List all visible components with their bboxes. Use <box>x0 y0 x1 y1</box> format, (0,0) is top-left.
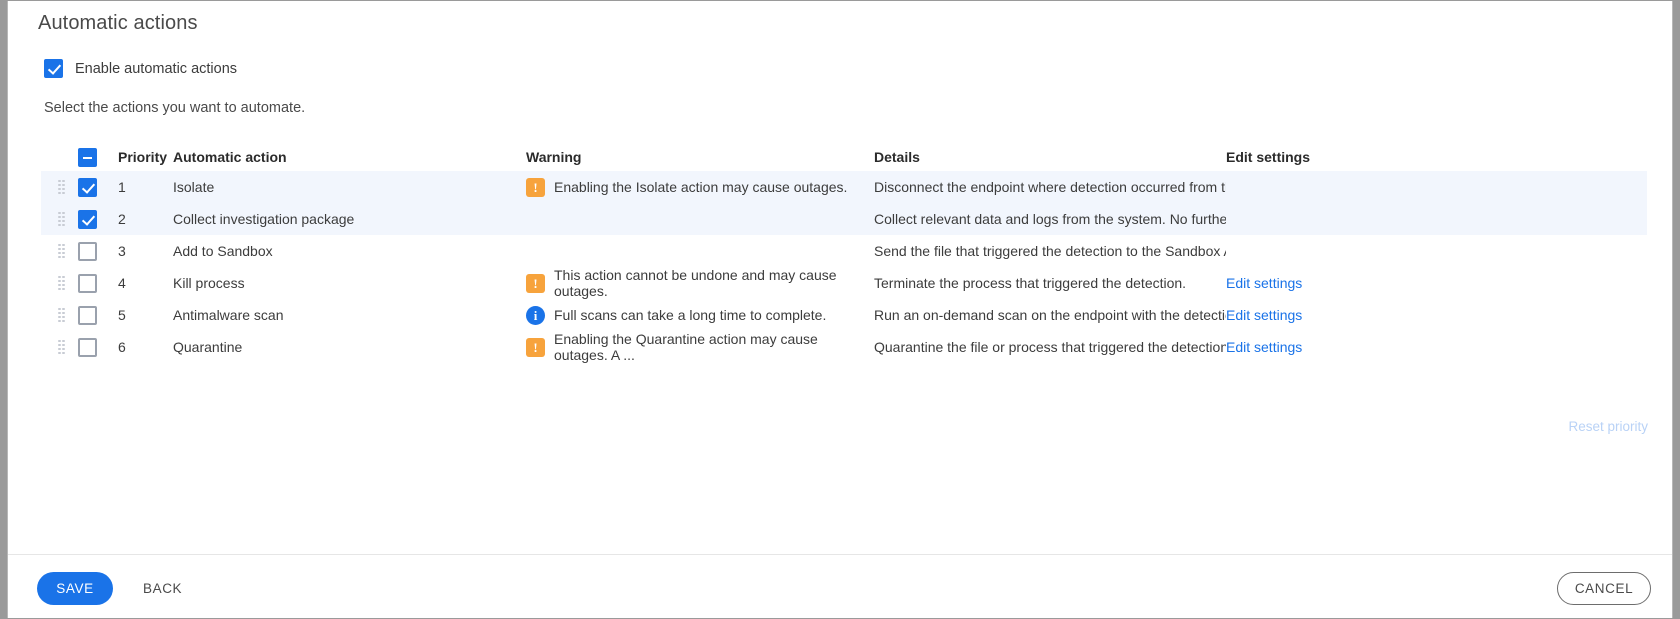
column-header-edit: Edit settings <box>1226 149 1396 165</box>
priority-value: 4 <box>118 275 173 291</box>
row-select-cell[interactable] <box>78 306 118 325</box>
action-name: Antimalware scan <box>173 307 526 323</box>
page-title: Automatic actions <box>38 12 198 35</box>
column-header-details: Details <box>874 149 1226 165</box>
details-text: Send the file that triggered the detecti… <box>874 243 1226 259</box>
action-name: Isolate <box>173 179 526 195</box>
drag-handle-cell[interactable] <box>44 276 78 291</box>
warning-icon: ! <box>526 178 545 197</box>
details-text: Terminate the process that triggered the… <box>874 275 1226 291</box>
back-button[interactable]: BACK <box>143 572 182 605</box>
edit-settings-link[interactable]: Edit settings <box>1226 339 1302 355</box>
drag-handle-cell[interactable] <box>44 212 78 227</box>
warning-text: Full scans can take a long time to compl… <box>554 307 826 323</box>
action-name: Quarantine <box>173 339 526 355</box>
row-select-checkbox[interactable] <box>78 274 97 293</box>
instruction-text: Select the actions you want to automate. <box>44 100 305 116</box>
edit-settings-cell: Edit settings <box>1226 339 1396 355</box>
column-header-action: Automatic action <box>173 149 526 165</box>
enable-automatic-actions-label: Enable automatic actions <box>75 61 237 77</box>
warning-cell: ! Enabling the Quarantine action may caus… <box>526 331 874 363</box>
warning-cell: ! Enabling the Isolate action may cause o… <box>526 178 874 197</box>
warning-icon: ! <box>526 338 545 357</box>
footer-divider <box>8 554 1672 555</box>
enable-automatic-actions-row[interactable]: Enable automatic actions <box>44 59 237 78</box>
drag-handle-icon[interactable] <box>58 340 67 355</box>
edit-settings-link[interactable]: Edit settings <box>1226 275 1302 291</box>
drag-handle-icon[interactable] <box>58 276 67 291</box>
table-header-row: Priority Automatic action Warning Detail… <box>44 143 1644 171</box>
select-all-checkbox[interactable] <box>78 148 97 167</box>
warning-text: Enabling the Quarantine action may cause… <box>554 331 874 363</box>
warning-text: Enabling the Isolate action may cause ou… <box>554 179 847 195</box>
row-select-cell[interactable] <box>78 242 118 261</box>
warning-text: This action cannot be undone and may cau… <box>554 267 874 299</box>
drag-handle-cell[interactable] <box>44 340 78 355</box>
warning-cell: i Full scans can take a long time to comp… <box>526 306 874 325</box>
header-select-all-cell[interactable] <box>78 148 118 167</box>
priority-value: 6 <box>118 339 173 355</box>
drag-handle-icon[interactable] <box>58 212 67 227</box>
row-select-checkbox[interactable] <box>78 210 97 229</box>
row-select-checkbox[interactable] <box>78 306 97 325</box>
row-select-checkbox[interactable] <box>78 178 97 197</box>
automatic-actions-table: Priority Automatic action Warning Detail… <box>44 143 1644 363</box>
table-row: 1Isolate! Enabling the Isolate action may… <box>44 171 1644 203</box>
row-select-checkbox[interactable] <box>78 242 97 261</box>
cancel-button[interactable]: CANCEL <box>1557 572 1651 605</box>
details-text: Quarantine the file or process that trig… <box>874 339 1226 355</box>
drag-handle-icon[interactable] <box>58 244 67 259</box>
table-row: 4Kill process! This action cannot be undo… <box>44 267 1644 299</box>
edit-settings-cell: Edit settings <box>1226 307 1396 323</box>
drag-handle-icon[interactable] <box>58 308 67 323</box>
table-row: 3Add to Sandbox Send the file that trigge… <box>44 235 1644 267</box>
edit-settings-cell: Edit settings <box>1226 275 1396 291</box>
drag-handle-icon[interactable] <box>58 180 67 195</box>
reset-priority-link[interactable]: Reset priority <box>1568 419 1648 434</box>
row-select-checkbox[interactable] <box>78 338 97 357</box>
column-header-warning: Warning <box>526 149 874 165</box>
save-button[interactable]: SAVE <box>37 572 113 605</box>
details-text: Run an on-demand scan on the endpoint wi… <box>874 307 1226 323</box>
priority-value: 5 <box>118 307 173 323</box>
priority-value: 2 <box>118 211 173 227</box>
row-select-cell[interactable] <box>78 210 118 229</box>
action-name: Collect investigation package <box>173 211 526 227</box>
warning-cell: ! This action cannot be undone and may ca… <box>526 267 874 299</box>
row-select-cell[interactable] <box>78 178 118 197</box>
enable-automatic-actions-checkbox[interactable] <box>44 59 63 78</box>
table-row: 5Antimalware scani Full scans can take a … <box>44 299 1644 331</box>
row-select-cell[interactable] <box>78 274 118 293</box>
table-body: 1Isolate! Enabling the Isolate action may… <box>44 171 1644 363</box>
details-text: Collect relevant data and logs from the … <box>874 211 1226 227</box>
drag-handle-cell[interactable] <box>44 244 78 259</box>
automatic-actions-panel: Automatic actions Enable automatic actio… <box>7 1 1673 618</box>
priority-value: 1 <box>118 179 173 195</box>
table-row: 6Quarantine! Enabling the Quarantine acti… <box>44 331 1644 363</box>
action-name: Add to Sandbox <box>173 243 526 259</box>
priority-value: 3 <box>118 243 173 259</box>
table-row: 2Collect investigation package Collect re… <box>44 203 1644 235</box>
drag-handle-cell[interactable] <box>44 180 78 195</box>
edit-settings-link[interactable]: Edit settings <box>1226 307 1302 323</box>
info-icon: i <box>526 306 545 325</box>
row-select-cell[interactable] <box>78 338 118 357</box>
details-text: Disconnect the endpoint where detection … <box>874 179 1226 195</box>
column-header-priority: Priority <box>118 149 173 165</box>
warning-icon: ! <box>526 274 545 293</box>
action-name: Kill process <box>173 275 526 291</box>
drag-handle-cell[interactable] <box>44 308 78 323</box>
